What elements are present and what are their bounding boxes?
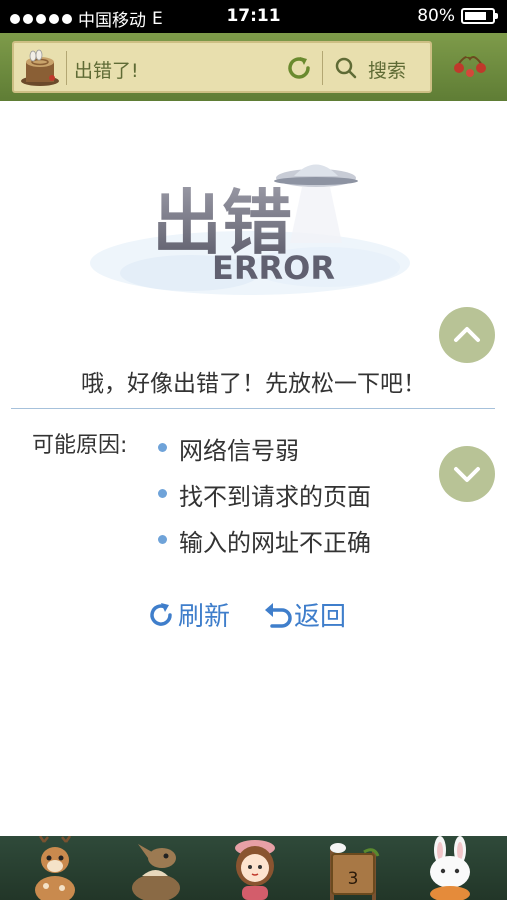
bullet-icon [158,442,167,452]
error-art-subtitle: ERROR [212,249,335,287]
reasons-list: 网络信号弱 找不到请求的页面 输入的网址不正确 [158,425,371,563]
scroll-down-button[interactable] [439,446,495,502]
girl-avatar-icon[interactable] [220,836,290,900]
bullet-icon [158,488,167,498]
reload-icon[interactable] [284,53,314,83]
action-links: 刷新 返回 [146,596,346,633]
back-label: 返回 [294,602,347,632]
cherry-menu-icon[interactable] [452,51,488,81]
battery-group: 80% [417,6,498,26]
bullet-icon [158,534,167,544]
chevron-down-icon [454,467,480,482]
chevron-up-icon [454,327,480,342]
deer-icon[interactable] [22,836,92,900]
page-title: 出错了! [74,60,139,82]
back-arrow-icon [265,602,292,628]
refresh-label: 刷新 [178,602,231,632]
search-divider [322,51,323,85]
status-bar: 中国移动 E 17:11 80% [0,0,507,33]
browser-toolbar: 出错了! 搜索 [0,33,507,101]
search-button[interactable]: 搜索 [368,56,406,83]
list-item: 输入的网址不正确 [158,517,371,563]
divider [11,408,495,409]
scroll-up-button[interactable] [439,307,495,363]
back-link[interactable]: 返回 [262,596,346,633]
fawn-icon[interactable] [122,836,192,900]
refresh-icon [150,602,172,626]
error-illustration: 出错 ERROR [90,164,410,295]
search-icon[interactable] [334,56,358,80]
bottom-tab-bar: 3 [0,836,507,900]
bookmark-count: 3 [348,869,359,889]
bookmark-board-icon[interactable]: 3 [318,836,388,900]
list-item: 网络信号弱 [158,425,371,471]
bunny-icon[interactable] [416,836,486,900]
tree-stump-icon[interactable] [18,48,62,88]
battery-percent: 80% [417,6,455,26]
battery-icon [461,8,498,24]
address-divider [66,51,67,85]
reasons-label: 可能原因: [32,433,128,458]
list-item: 找不到请求的页面 [158,471,371,517]
refresh-link[interactable]: 刷新 [146,596,230,633]
address-bar[interactable]: 出错了! 搜索 [12,41,432,93]
error-message: 哦，好像出错了！先放松一下吧！ [81,371,426,397]
